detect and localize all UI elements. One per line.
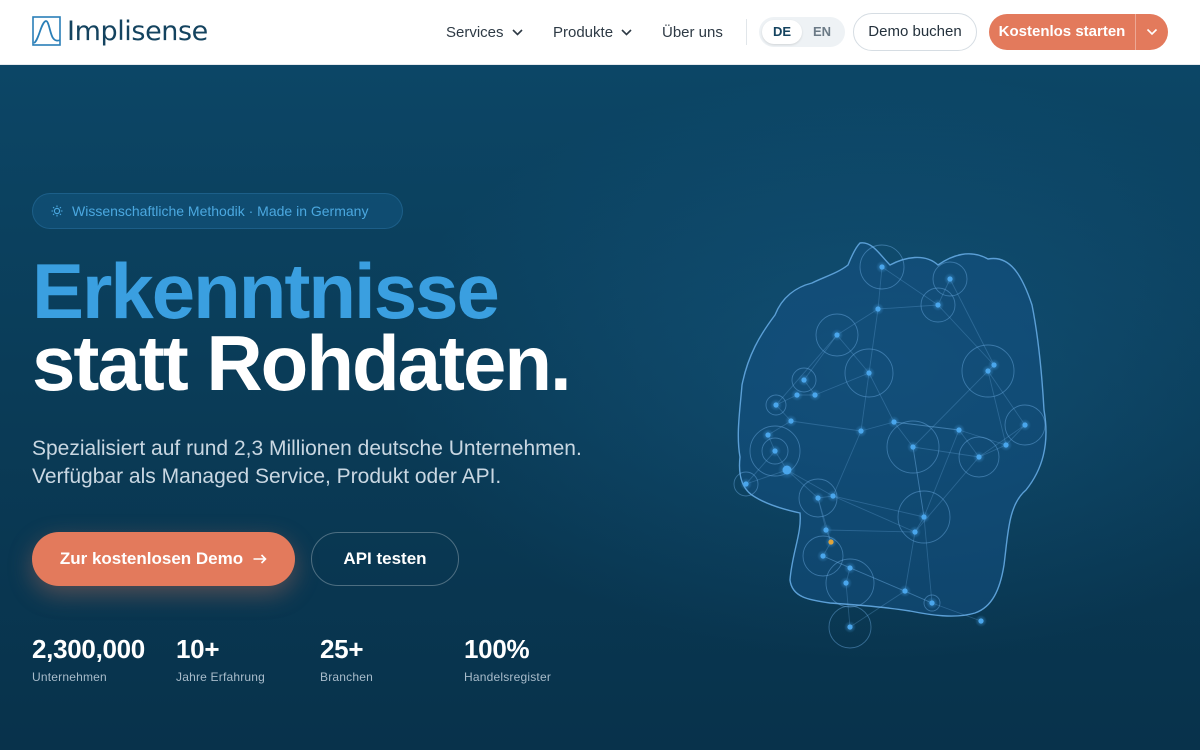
network-node xyxy=(956,427,962,433)
network-node xyxy=(743,481,749,487)
language-option-en[interactable]: EN xyxy=(802,20,842,44)
stat-experience: 10+ Jahre Erfahrung xyxy=(176,633,265,684)
network-node xyxy=(823,527,829,533)
nav-divider xyxy=(746,19,747,45)
start-free-button-group: Kostenlos starten xyxy=(989,14,1168,50)
subtext-line-1: Spezialisiert auf rund 2,3 Millionen deu… xyxy=(32,437,582,460)
network-node xyxy=(976,454,982,460)
headline-line-1: Erkenntnisse xyxy=(32,247,500,335)
hero-headline: Erkenntnisse statt Rohdaten. xyxy=(32,247,672,407)
stat-label: Unternehmen xyxy=(32,670,107,684)
network-node xyxy=(947,276,953,282)
stat-companies: 2,300,000 Unternehmen xyxy=(32,633,145,684)
network-node xyxy=(828,539,834,545)
subtext-line-2: Verfügbar als Managed Service, Produkt o… xyxy=(32,465,502,488)
stat-label: Jahre Erfahrung xyxy=(176,670,266,684)
network-node xyxy=(910,444,916,450)
network-node xyxy=(801,377,807,383)
nav-services-label: Services xyxy=(446,23,504,41)
network-node xyxy=(1003,442,1009,448)
germany-outline xyxy=(737,242,1047,617)
wave-line-logo-icon xyxy=(32,16,61,46)
germany-map-svg xyxy=(733,242,1047,649)
network-node xyxy=(929,600,935,606)
stat-value: 25+ xyxy=(320,634,364,664)
site-header: Implisense Services Produkte Über uns DE… xyxy=(0,0,1200,65)
network-node xyxy=(866,370,872,376)
network-node xyxy=(935,302,941,308)
network-node xyxy=(772,448,778,454)
nav-about[interactable]: Über uns xyxy=(662,21,723,43)
network-node xyxy=(879,264,885,270)
brand-name: Implisense xyxy=(67,15,208,47)
stat-value: 2,300,000 xyxy=(32,634,145,664)
network-node xyxy=(812,392,818,398)
stat-industries: 25+ Branchen xyxy=(320,633,373,684)
methodology-badge: Wissenschaftliche Methodik · Made in Ger… xyxy=(32,193,403,229)
nav-services[interactable]: Services xyxy=(446,21,523,43)
stat-label: Branchen xyxy=(320,670,373,684)
network-node xyxy=(978,618,984,624)
stat-value: 10+ xyxy=(176,634,220,664)
network-node xyxy=(843,580,849,586)
network-node xyxy=(830,493,836,499)
network-node xyxy=(985,368,991,374)
stat-value: 100% xyxy=(464,634,530,664)
start-free-button[interactable]: Kostenlos starten xyxy=(989,14,1135,50)
headline-line-2: statt Rohdaten. xyxy=(32,319,572,407)
network-node xyxy=(788,418,794,424)
germany-network-map xyxy=(720,235,1070,655)
network-node xyxy=(847,565,853,571)
network-node xyxy=(875,306,881,312)
start-options-toggle[interactable] xyxy=(1136,14,1168,50)
nav-products[interactable]: Produkte xyxy=(553,21,632,43)
network-node xyxy=(921,514,927,520)
network-node xyxy=(858,428,864,434)
hero-subtext: Spezialisiert auf rund 2,3 Millionen deu… xyxy=(32,435,632,491)
methodology-badge-text: Wissenschaftliche Methodik · Made in Ger… xyxy=(72,203,369,219)
network-node xyxy=(902,588,908,594)
network-node xyxy=(834,332,840,338)
api-test-button[interactable]: API testen xyxy=(311,532,459,586)
stat-register: 100% Handelsregister xyxy=(464,633,551,684)
free-demo-button-label: Zur kostenlosen Demo xyxy=(59,549,244,568)
language-option-de[interactable]: DE xyxy=(762,20,802,44)
nav-products-label: Produkte xyxy=(553,23,614,41)
network-node xyxy=(1022,422,1028,428)
network-node xyxy=(815,495,821,501)
language-switcher: DE EN xyxy=(759,17,845,47)
brand-logo[interactable]: Implisense xyxy=(32,15,208,47)
network-node xyxy=(765,432,771,438)
nav-about-label: Über uns xyxy=(662,23,723,41)
hero-section: Wissenschaftliche Methodik · Made in Ger… xyxy=(0,65,1200,750)
chevron-down-icon xyxy=(621,28,632,36)
book-demo-button[interactable]: Demo buchen xyxy=(853,13,977,51)
network-node xyxy=(847,624,853,630)
chevron-down-icon xyxy=(511,28,523,36)
network-node xyxy=(891,419,897,425)
network-node xyxy=(773,402,779,408)
network-node xyxy=(912,529,918,535)
free-demo-button[interactable]: Zur kostenlosen Demo xyxy=(32,532,295,586)
network-node xyxy=(782,465,792,475)
arrow-right-icon xyxy=(253,554,267,564)
network-node xyxy=(820,553,826,559)
network-node xyxy=(794,392,800,398)
lightbulb-icon xyxy=(51,205,63,217)
stat-label: Handelsregister xyxy=(464,670,552,684)
chevron-down-icon xyxy=(1146,28,1158,36)
